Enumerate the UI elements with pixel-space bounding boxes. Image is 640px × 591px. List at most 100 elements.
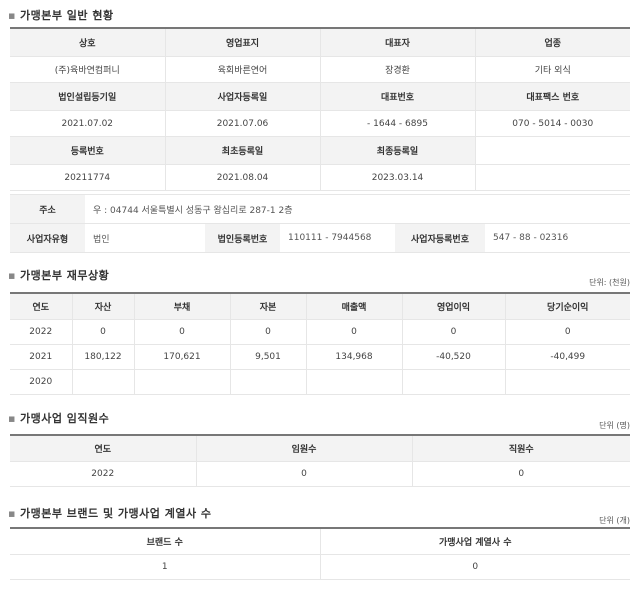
section-title-staff: ▪ 가맹사업 임직원수 (8, 410, 109, 426)
table-cell (401, 369, 505, 395)
header-cell: 직원수 (411, 435, 630, 462)
incorporation-date: 2021.07.02 (10, 110, 165, 137)
table-cell: 2022 (10, 461, 196, 487)
header-cell: 최종등록일 (319, 136, 475, 165)
table-cell: 2021 (10, 344, 72, 370)
header-cell: 상호 (10, 28, 165, 57)
general-header-row: 상호 영업표지 대표자 업종 (10, 28, 630, 57)
table-row: 1 0 (10, 554, 630, 580)
header-cell: 대표자 (319, 28, 475, 57)
corp-reg-value: 110111 - 7944568 (280, 223, 395, 253)
staff-title-text: 가맹사업 임직원수 (19, 412, 110, 425)
table-cell (229, 369, 306, 395)
main-fax: 070 - 5014 - 0030 (474, 110, 630, 137)
table-cell (504, 369, 630, 395)
industry: 기타 외식 (474, 56, 630, 83)
biz-reg-value: 547 - 88 - 02316 (485, 223, 630, 253)
biz-type-label: 사업자유형 (10, 223, 85, 253)
table-cell: 0 (504, 319, 630, 345)
staff-header-row: 연도 임원수 직원수 (10, 435, 630, 462)
table-cell: 0 (305, 319, 402, 345)
header-cell: 사업자등록일 (164, 82, 320, 111)
bullet-icon: ▪ (8, 9, 16, 22)
header-cell (474, 136, 630, 165)
address-value: 우 : 04744 서울특별시 성동구 왕십리로 287-1 2층 (85, 194, 630, 224)
finance-title-text: 가맹본부 재무상황 (19, 269, 110, 282)
corp-reg-label: 법인등록번호 (205, 223, 280, 253)
general-value-row: 2021.07.02 2021.07.06 - 1644 - 6895 070 … (10, 110, 630, 137)
table-cell: 170,621 (133, 344, 230, 370)
table-cell: -40,499 (504, 344, 630, 370)
brands-unit: 단위 (개) (599, 516, 630, 525)
table-cell (305, 369, 402, 395)
brands-title-text: 가맹본부 브랜드 및 가맹사업 계열사 수 (19, 507, 212, 520)
biz-type-value: 법인 (85, 223, 205, 253)
table-cell: 0 (71, 319, 134, 345)
table-cell: 180,122 (71, 344, 134, 370)
header-cell: 자본 (229, 293, 306, 320)
address-row: 주소 우 : 04744 서울특별시 성동구 왕십리로 287-1 2층 (10, 194, 630, 224)
table-cell: 2020 (10, 369, 72, 395)
general-header-row: 등록번호 최초등록일 최종등록일 (10, 136, 630, 165)
header-cell: 최초등록일 (164, 136, 320, 165)
empty-cell (474, 164, 630, 191)
ceo-name: 장경환 (319, 56, 475, 83)
header-cell: 임원수 (195, 435, 412, 462)
header-cell: 연도 (10, 293, 72, 320)
header-cell: 매출액 (305, 293, 402, 320)
section-title-finance: ▪ 가맹본부 재무상황 (8, 267, 109, 283)
header-cell: 대표번호 (319, 82, 475, 111)
table-row: 2020 (10, 369, 630, 395)
biz-registration-date: 2021.07.06 (164, 110, 320, 137)
bullet-icon: ▪ (8, 507, 16, 520)
table-cell: 1 (10, 554, 320, 580)
table-cell: 0 (319, 554, 630, 580)
table-cell: -40,520 (401, 344, 505, 370)
table-cell: 0 (133, 319, 230, 345)
company-name: (주)육바연컴퍼니 (10, 56, 165, 83)
table-row: 2022 0 0 0 0 0 0 (10, 319, 630, 345)
section-title-general: ▪ 가맹본부 일반 현황 (8, 7, 114, 23)
table-cell: 0 (229, 319, 306, 345)
bullet-icon: ▪ (8, 269, 16, 282)
general-value-row: 20211774 2021.08.04 2023.03.14 (10, 164, 630, 191)
brand-name: 육회바른연어 (164, 56, 320, 83)
finance-table: 연도 자산 부채 자본 매출액 영업이익 당기순이익 2022 0 0 0 0 … (10, 292, 630, 395)
first-registration-date: 2021.08.04 (164, 164, 320, 191)
table-cell (133, 369, 230, 395)
table-cell: 9,501 (229, 344, 306, 370)
general-title-text: 가맹본부 일반 현황 (19, 9, 114, 22)
table-cell (71, 369, 134, 395)
table-row: 2021 180,122 170,621 9,501 134,968 -40,5… (10, 344, 630, 370)
general-value-row: (주)육바연컴퍼니 육회바른연어 장경환 기타 외식 (10, 56, 630, 83)
header-cell: 브랜드 수 (10, 528, 320, 555)
last-registration-date: 2023.03.14 (319, 164, 475, 191)
header-cell: 자산 (71, 293, 134, 320)
main-phone: - 1644 - 6895 (319, 110, 475, 137)
header-cell: 영업표지 (164, 28, 320, 57)
header-cell: 등록번호 (10, 136, 165, 165)
table-cell: 0 (195, 461, 412, 487)
header-cell: 대표팩스 번호 (474, 82, 630, 111)
header-cell: 업종 (474, 28, 630, 57)
finance-header-row: 연도 자산 부채 자본 매출액 영업이익 당기순이익 (10, 293, 630, 320)
registration-number: 20211774 (10, 164, 165, 191)
header-cell: 영업이익 (401, 293, 505, 320)
biz-reg-label: 사업자등록번호 (395, 223, 485, 253)
general-header-row: 법인설립등기일 사업자등록일 대표번호 대표팩스 번호 (10, 82, 630, 111)
table-cell: 0 (401, 319, 505, 345)
biz-info-row: 사업자유형 법인 법인등록번호 110111 - 7944568 사업자등록번호… (10, 223, 630, 253)
section-title-brands: ▪ 가맹본부 브랜드 및 가맹사업 계열사 수 (8, 505, 212, 521)
brands-header-row: 브랜드 수 가맹사업 계열사 수 (10, 528, 630, 555)
general-table: 상호 영업표지 대표자 업종 (주)육바연컴퍼니 육회바른연어 장경환 기타 외… (10, 27, 630, 191)
bullet-icon: ▪ (8, 412, 16, 425)
address-label: 주소 (10, 194, 85, 224)
header-cell: 연도 (10, 435, 196, 462)
details-table: 주소 우 : 04744 서울특별시 성동구 왕십리로 287-1 2층 사업자… (10, 194, 630, 253)
brands-table: 브랜드 수 가맹사업 계열사 수 1 0 (10, 527, 630, 580)
header-cell: 법인설립등기일 (10, 82, 165, 111)
staff-table: 연도 임원수 직원수 2022 0 0 (10, 434, 630, 487)
staff-unit: 단위 (명) (599, 421, 630, 430)
table-cell: 0 (411, 461, 630, 487)
table-row: 2022 0 0 (10, 461, 630, 487)
